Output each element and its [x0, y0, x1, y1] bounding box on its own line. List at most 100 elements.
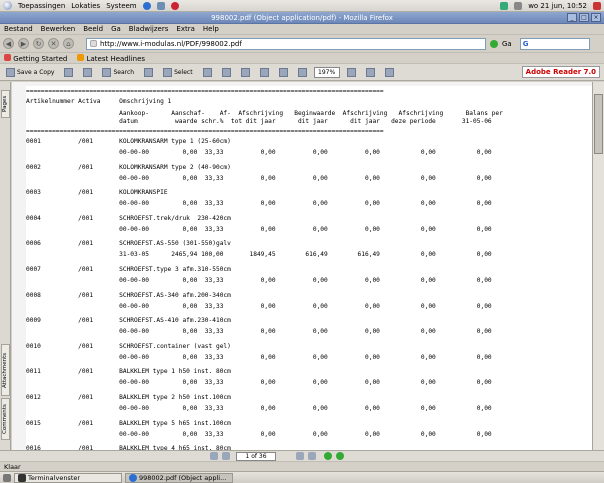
report-item-line2: 00-00-00 0,00 33,33 0,00 0,00 0,00 0,00 … — [26, 379, 492, 387]
report-item-line2: 00-00-00 0,00 33,33 0,00 0,00 0,00 0,00 … — [26, 353, 492, 361]
window-title: 998002.pdf (Object application/pdf) - Mo… — [211, 13, 393, 22]
snapshot-button[interactable] — [200, 66, 215, 78]
scrollbar-thumb[interactable] — [594, 94, 603, 154]
printer-icon — [64, 67, 74, 77]
mail-launcher-icon[interactable] — [156, 1, 165, 10]
tab-attachments[interactable]: Attachments — [1, 344, 10, 396]
zoom-in-button[interactable] — [219, 66, 234, 78]
bookmark-icon — [4, 53, 11, 61]
report-item-line1: 0010 /001 SCHROEFST.container (vast gel) — [26, 342, 231, 350]
fit-width-icon — [278, 67, 288, 77]
fit-page-button[interactable] — [257, 66, 272, 78]
fit-width-button[interactable] — [276, 66, 291, 78]
menu-bewerken[interactable]: Bewerken — [41, 25, 76, 33]
pdf-page: ========================================… — [26, 86, 592, 450]
status-bar: Klaar — [0, 461, 604, 471]
fit-page-icon — [259, 67, 269, 77]
report-item-line1: 0003 /001 KOLOMKRANSPIE — [26, 189, 168, 197]
last-page-icon[interactable] — [308, 452, 316, 460]
binoculars-icon — [102, 67, 112, 77]
report-item-line2: 00-00-00 0,00 33,33 0,00 0,00 0,00 0,00 … — [26, 328, 492, 336]
firefox-icon — [129, 473, 137, 482]
report-item-line1: 0002 /001 KOLOMKRANSARM type 2 (40-90cm) — [26, 163, 231, 171]
go-button[interactable]: Ga — [502, 40, 512, 48]
firefox-launcher-icon[interactable] — [142, 1, 151, 10]
home-icon[interactable]: ⌂ — [63, 38, 74, 49]
next-view-icon[interactable] — [336, 452, 344, 460]
close-button[interactable]: × — [591, 13, 601, 22]
next-page-icon[interactable] — [296, 452, 304, 460]
help-launcher-icon[interactable] — [170, 1, 179, 10]
rotate-button[interactable] — [363, 66, 378, 78]
logout-icon[interactable] — [593, 1, 601, 10]
search-label: Search — [113, 68, 135, 76]
vertical-scrollbar[interactable] — [592, 82, 604, 450]
panel-menu-system[interactable]: Systeem — [106, 2, 136, 10]
zoom-out-button[interactable] — [295, 66, 310, 78]
page-number-field[interactable]: 1 of 36 — [236, 451, 276, 461]
pdf-viewport[interactable]: ========================================… — [12, 82, 592, 450]
menu-bladwijzers[interactable]: Bladwijzers — [129, 25, 169, 33]
task-firefox[interactable]: 998002.pdf (Object appli... — [125, 472, 233, 483]
tab-comments[interactable]: Comments — [1, 398, 10, 440]
back-icon[interactable]: ◀ — [3, 38, 14, 49]
pdf-page-nav: 1 of 36 — [0, 450, 604, 461]
menu-ga[interactable]: Ga — [111, 25, 121, 33]
stop-icon[interactable]: ✕ — [48, 38, 59, 49]
tab-pages[interactable]: Pages — [1, 90, 10, 118]
report-item-line2: 31-03-05 2465,94 100,00 1849,45 616,49 6… — [26, 251, 492, 259]
bookmark-latest-headlines[interactable]: Latest Headlines — [77, 53, 145, 63]
bookmarks-toolbar: Getting Started Latest Headlines — [0, 53, 604, 64]
menu-extra[interactable]: Extra — [176, 25, 194, 33]
report-item-line2: 00-00-00 0,00 33,33 0,00 0,00 0,00 0,00 … — [26, 277, 492, 284]
actual-size-button[interactable] — [238, 66, 253, 78]
menu-beeld[interactable]: Beeld — [83, 25, 103, 33]
gnome-foot-icon[interactable] — [3, 1, 12, 10]
status-text: Klaar — [4, 462, 21, 471]
report-header-2: Aankoop- Aanschaf- Af- Afschrijving Begi… — [26, 110, 503, 117]
task-label: Terminalvenster — [28, 473, 81, 482]
report-item-line1: 0009 /001 SCHROEFST.AS-410 afm.230-410cm — [26, 317, 231, 325]
save-copy-label: Save a Copy — [17, 68, 55, 76]
task-terminal[interactable]: Terminalvenster — [14, 472, 122, 483]
forward-icon[interactable]: ▶ — [18, 38, 29, 49]
go-icon[interactable] — [490, 39, 498, 48]
reload-icon[interactable]: ↻ — [33, 38, 44, 49]
minimize-button[interactable]: _ — [567, 13, 577, 22]
panel-menu-places[interactable]: Lokaties — [71, 2, 100, 10]
bookmark-getting-started[interactable]: Getting Started — [4, 53, 68, 63]
report-header-3: datum waarde schr.% tot dit jaar dit jaa… — [26, 118, 492, 125]
panel-menu-applications[interactable]: Toepassingen — [18, 2, 65, 10]
report-item-line1: 0012 /001 BALKKLEM type 2 h50 inst.100cm — [26, 394, 231, 401]
terminal-icon — [18, 473, 26, 482]
maximize-button[interactable]: □ — [579, 13, 589, 22]
report-item-line1: 0011 /001 BALKKLEM type 1 h50 inst. 80cm — [26, 368, 231, 376]
search-input[interactable]: G — [519, 37, 590, 50]
print-button[interactable] — [61, 66, 76, 78]
zoom-level-field[interactable]: 197% — [313, 66, 340, 78]
report-item-line2: 00-00-00 0,00 33,33 0,00 0,00 0,00 0,00 … — [26, 200, 492, 208]
panel-clock[interactable]: wo 21 jun, 10:52 — [528, 2, 587, 10]
menubar: Bestand Bewerken Beeld Ga Bladwijzers Ex… — [0, 24, 604, 35]
select-tool-button[interactable]: Select — [160, 66, 196, 78]
email-icon — [83, 67, 93, 77]
window-titlebar[interactable]: 998002.pdf (Object application/pdf) - Mo… — [0, 12, 604, 24]
bookmark-label: Getting Started — [13, 54, 68, 63]
menu-bestand[interactable]: Bestand — [4, 25, 33, 33]
adobe-reader-brand: Adobe Reader 7.0 — [521, 66, 600, 78]
network-icon[interactable] — [500, 1, 509, 10]
help-button[interactable] — [382, 66, 397, 78]
report-item-line1: 0004 /001 SCHROEFST.trek/druk 230-420cm — [26, 214, 231, 222]
email-button[interactable] — [80, 66, 95, 78]
search-button[interactable]: Search — [99, 66, 137, 78]
url-bar[interactable]: http://www.i-modulas.nl/PDF/998002.pdf — [86, 37, 486, 50]
menu-help[interactable]: Help — [203, 25, 219, 33]
save-copy-button[interactable]: Save a Copy — [3, 66, 57, 78]
volume-icon[interactable] — [514, 1, 523, 10]
first-page-icon[interactable] — [210, 452, 218, 460]
show-desktop-icon[interactable] — [3, 473, 11, 482]
zoom-in-plus-button[interactable] — [344, 66, 359, 78]
prev-view-icon[interactable] — [324, 452, 332, 460]
hand-tool-button[interactable] — [141, 66, 156, 78]
prev-page-icon[interactable] — [222, 452, 230, 460]
